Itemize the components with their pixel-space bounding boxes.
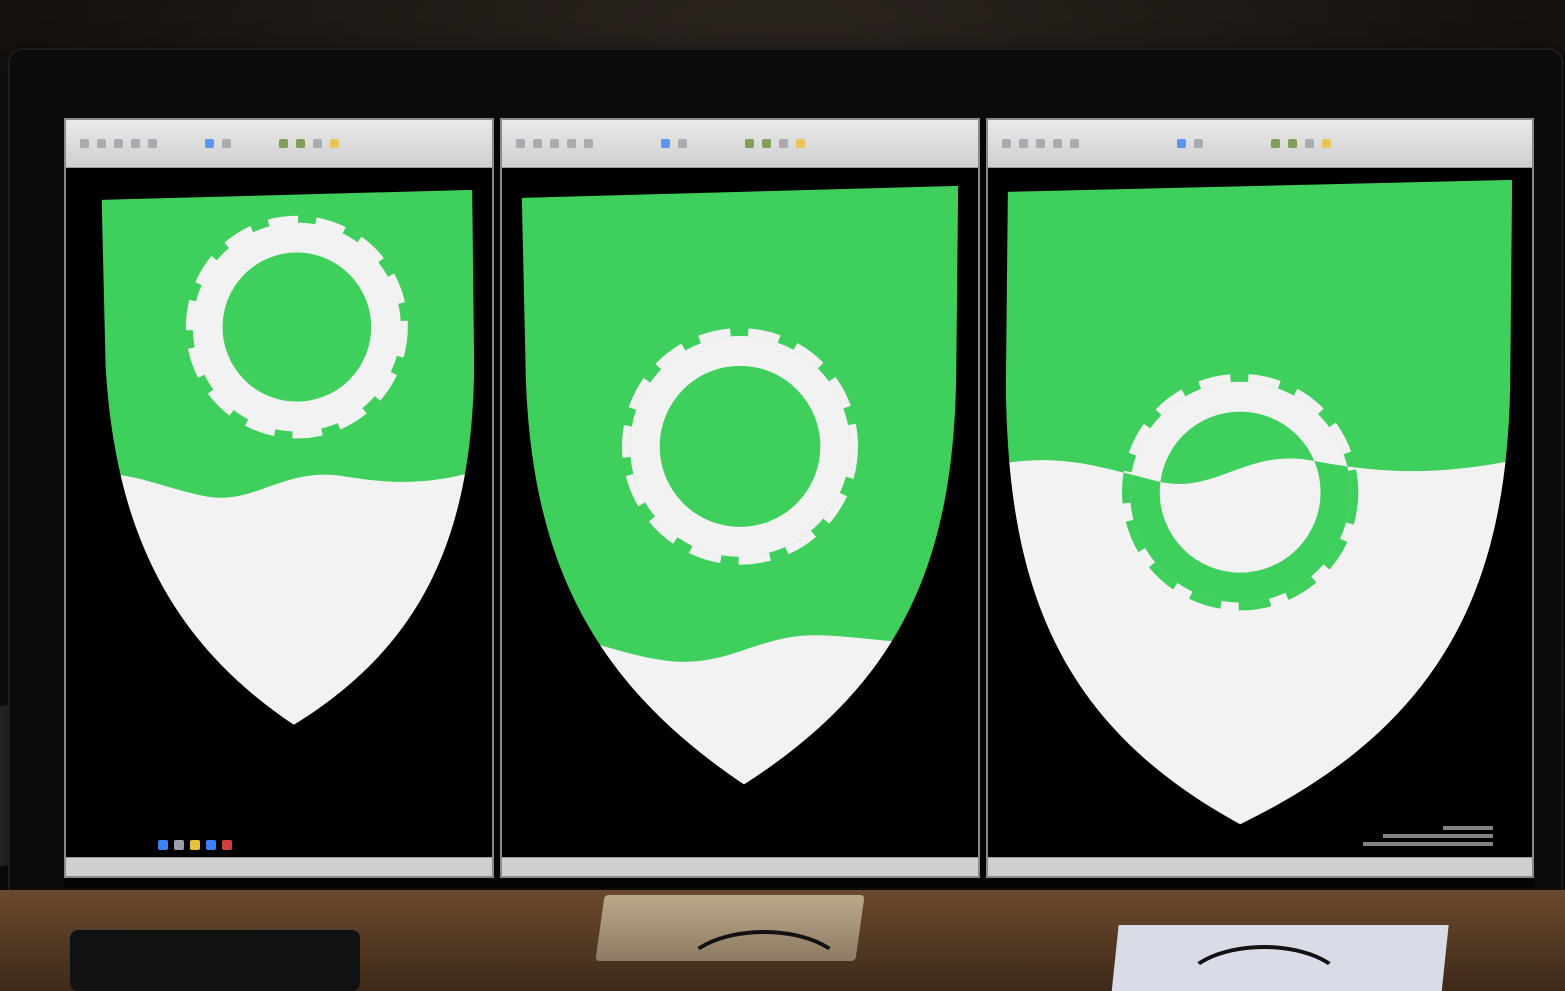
wave-base-white — [1005, 456, 1513, 825]
toolbar-icon[interactable] — [1194, 139, 1203, 148]
toolbar-icon[interactable] — [1288, 139, 1297, 148]
monitor — [8, 48, 1563, 928]
coat-of-arms-left — [101, 189, 475, 725]
toolbar-icon[interactable] — [661, 139, 670, 148]
toolbar-icon[interactable] — [567, 139, 576, 148]
drawing-canvas[interactable] — [66, 168, 492, 858]
window-statusbar — [502, 857, 978, 876]
photo-scene — [0, 0, 1565, 991]
window-statusbar — [66, 857, 492, 876]
taskbar-app-icon[interactable] — [190, 840, 200, 850]
taskbar-app-icon[interactable] — [158, 840, 168, 850]
toolbar-icon[interactable] — [1070, 139, 1079, 148]
toolbar-icon[interactable] — [1036, 139, 1045, 148]
window-toolbar — [502, 120, 978, 168]
taskbar-icons — [158, 840, 232, 850]
toolbar-icon[interactable] — [279, 139, 288, 148]
window-toolbar — [66, 120, 492, 168]
toolbar-icon[interactable] — [114, 139, 123, 148]
tray-line — [1383, 834, 1493, 838]
toolbar-icon[interactable] — [1053, 139, 1062, 148]
taskbar-app-icon[interactable] — [174, 840, 184, 850]
drawing-canvas[interactable] — [502, 168, 978, 858]
drawing-canvas[interactable] — [988, 168, 1532, 858]
toolbar-icon[interactable] — [779, 139, 788, 148]
toolbar-icon[interactable] — [1019, 139, 1028, 148]
toolbar-icon[interactable] — [1177, 139, 1186, 148]
toolbar-icon[interactable] — [762, 139, 771, 148]
toolbar-icon[interactable] — [745, 139, 754, 148]
toolbar-icon[interactable] — [533, 139, 542, 148]
toolbar-icon[interactable] — [678, 139, 687, 148]
monitor-screen — [64, 118, 1534, 888]
editor-window-middle[interactable] — [500, 118, 980, 878]
tray-line — [1443, 826, 1493, 830]
toolbar-icon[interactable] — [296, 139, 305, 148]
toolbar-icon[interactable] — [1305, 139, 1314, 148]
tray-line — [1363, 842, 1493, 846]
system-tray — [1363, 826, 1493, 862]
toolbar-icon[interactable] — [1271, 139, 1280, 148]
toolbar-icon[interactable] — [584, 139, 593, 148]
toolbar-icon[interactable] — [97, 139, 106, 148]
desk-device — [70, 930, 360, 991]
toolbar-icon[interactable] — [516, 139, 525, 148]
toolbar-icon[interactable] — [222, 139, 231, 148]
window-toolbar — [988, 120, 1532, 168]
toolbar-icon[interactable] — [148, 139, 157, 148]
editor-window-right[interactable] — [986, 118, 1534, 878]
toolbar-icon[interactable] — [550, 139, 559, 148]
editor-window-left[interactable] — [64, 118, 494, 878]
toolbar-icon[interactable] — [1002, 139, 1011, 148]
coat-of-arms-middle — [521, 185, 959, 785]
toolbar-icon[interactable] — [131, 139, 140, 148]
wave-base-white — [521, 633, 959, 785]
coat-of-arms-right — [1005, 179, 1513, 825]
toolbar-icon[interactable] — [205, 139, 214, 148]
toolbar-icon[interactable] — [1322, 139, 1331, 148]
wave-base-white — [101, 466, 475, 725]
toolbar-icon[interactable] — [796, 139, 805, 148]
toolbar-icon[interactable] — [313, 139, 322, 148]
toolbar-icon[interactable] — [80, 139, 89, 148]
toolbar-icon[interactable] — [330, 139, 339, 148]
taskbar-app-icon[interactable] — [222, 840, 232, 850]
taskbar-app-icon[interactable] — [206, 840, 216, 850]
